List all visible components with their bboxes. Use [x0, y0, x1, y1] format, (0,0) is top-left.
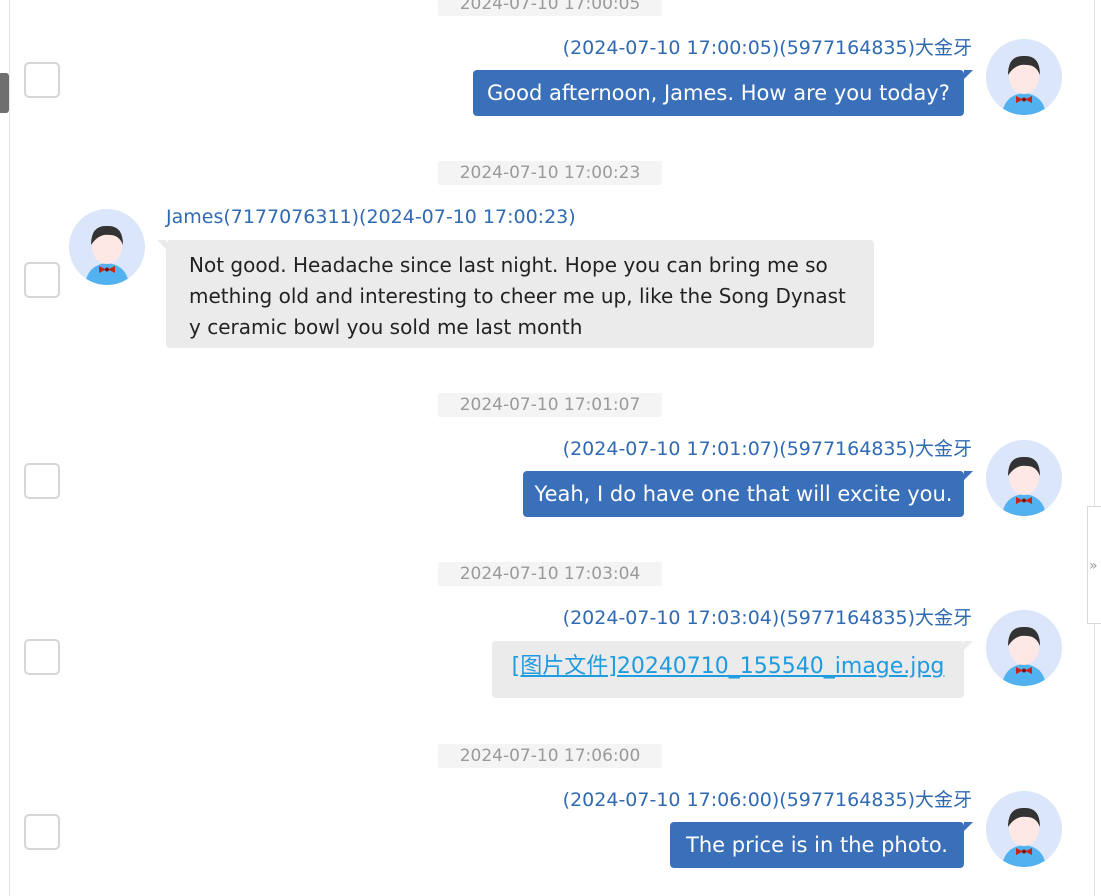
chat-history: » 2024-07-10 17:00:05 (2024-07-10 17:00:… — [0, 0, 1101, 896]
timestamp-divider: 2024-07-10 17:00:05 — [438, 0, 662, 16]
image-file-link[interactable]: [图片文件]20240710_155540_image.jpg — [512, 654, 945, 679]
message-header: (2024-07-10 17:01:07)(5977164835)大金牙 — [562, 438, 972, 460]
user-avatar-icon[interactable] — [986, 791, 1062, 867]
message-select-checkbox[interactable] — [24, 463, 60, 499]
contact-avatar-icon[interactable] — [69, 209, 145, 285]
timestamp-divider: 2024-07-10 17:01:07 — [438, 393, 662, 417]
message-text-line: y ceramic bowl you sold me last month — [189, 315, 583, 339]
user-avatar-icon[interactable] — [986, 610, 1062, 686]
outgoing-message-bubble: Good afternoon, James. How are you today… — [473, 70, 973, 116]
outgoing-message-bubble: Yeah, I do have one that will excite you… — [523, 471, 973, 517]
double-chevron-right-icon: » — [1089, 558, 1098, 574]
timestamp-divider: 2024-07-10 17:06:00 — [438, 744, 662, 768]
timestamp-divider: 2024-07-10 17:03:04 — [438, 562, 662, 586]
side-panel-expand-tab[interactable]: » — [1087, 506, 1101, 624]
message-header: (2024-07-10 17:00:05)(5977164835)大金牙 — [562, 37, 972, 59]
timestamp-divider: 2024-07-10 17:00:23 — [438, 161, 662, 185]
outgoing-message-bubble: The price is in the photo. — [670, 822, 973, 868]
message-select-checkbox[interactable] — [24, 62, 60, 98]
outgoing-file-bubble: [图片文件]20240710_155540_image.jpg — [492, 641, 973, 698]
message-select-checkbox[interactable] — [24, 814, 60, 850]
user-avatar-icon[interactable] — [986, 39, 1062, 115]
incoming-message-bubble: Not good. Headache since last night. Hop… — [157, 240, 874, 348]
message-header: James(7177076311)(2024-07-10 17:00:23) — [166, 206, 576, 228]
message-select-checkbox[interactable] — [24, 639, 60, 675]
message-text-line: mething old and interesting to cheer me … — [189, 284, 846, 308]
message-select-checkbox[interactable] — [24, 262, 60, 298]
left-divider — [9, 0, 10, 896]
right-divider — [1094, 0, 1095, 896]
message-header: (2024-07-10 17:06:00)(5977164835)大金牙 — [562, 789, 972, 811]
message-header: (2024-07-10 17:03:04)(5977164835)大金牙 — [562, 607, 972, 629]
user-avatar-icon[interactable] — [986, 440, 1062, 516]
message-text-line: Not good. Headache since last night. Hop… — [189, 253, 828, 277]
scrollbar-handle[interactable] — [0, 73, 9, 113]
